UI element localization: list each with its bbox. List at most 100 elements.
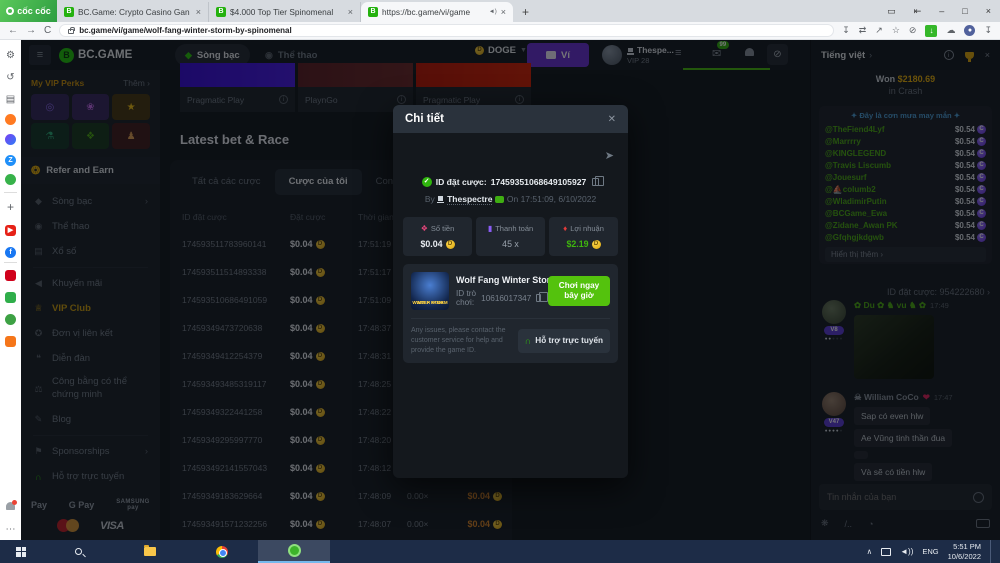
browser-tab-3-active[interactable]: Bhttps://bc.game/vi/game◄)×	[361, 2, 513, 22]
time: 5:51 PM	[948, 542, 981, 552]
bcgame-page: ≡ BBC.GAME My VIP Perks Thêm › ◎ ❀ ★ ⚗ ❖…	[21, 40, 1000, 540]
save-page-icon[interactable]: ↧	[842, 25, 850, 36]
croc-badge-icon	[495, 196, 504, 203]
bcgame-favicon: B	[216, 7, 226, 17]
messenger-icon[interactable]	[0, 134, 21, 148]
live-support-button[interactable]: ∩Hỗ trợ trực tuyến	[518, 329, 610, 353]
url-field[interactable]: bc.game/vi/game/wolf-fang-winter-storm-b…	[59, 24, 834, 37]
translate-icon[interactable]: ⇄	[859, 25, 867, 36]
medal-icon: ♦	[563, 224, 567, 233]
browser-profile-icon[interactable]: ●	[964, 25, 975, 36]
gift-icon[interactable]	[0, 292, 21, 306]
player-link[interactable]: Thespectre	[447, 194, 492, 205]
youtube-icon[interactable]: ▶	[0, 224, 21, 236]
browser-side-rail: ⚙ ↺ ▤ Z + ▶ f ⋯	[0, 40, 21, 540]
share-icon[interactable]: ↗	[875, 25, 883, 36]
reload-icon[interactable]: C	[44, 25, 51, 36]
window-minimize-button[interactable]: –	[930, 0, 953, 22]
cast-icon[interactable]: ▭	[878, 0, 905, 22]
show-desktop-button[interactable]	[990, 540, 994, 563]
money-bag-icon: ❖	[421, 224, 428, 233]
browser-address-bar: ← → C bc.game/vi/game/wolf-fang-winter-s…	[0, 22, 1000, 40]
coccoc-logo[interactable]: cốc cốc	[0, 0, 57, 22]
rail-more-icon[interactable]: ⋯	[0, 524, 21, 535]
close-tab-icon[interactable]: ×	[501, 7, 506, 17]
game-title: Wolf Fang Winter Storm	[456, 275, 541, 285]
coccoc-taskbar-icon[interactable]	[258, 540, 330, 563]
share-arrow-icon[interactable]: ➤	[605, 149, 614, 162]
browser-tab-1[interactable]: BBC.Game: Crypto Casino Gan×	[57, 2, 209, 22]
tab-restore-icon[interactable]: ⇤	[905, 0, 931, 22]
windows-taskbar: ∧ ◄)) ENG 5:51 PM 10/6/2022	[0, 540, 1000, 563]
shopee-icon[interactable]	[0, 270, 21, 284]
taskbar-search-icon[interactable]	[42, 540, 114, 563]
cart-icon[interactable]	[0, 336, 21, 350]
file-explorer-icon[interactable]	[114, 540, 186, 563]
copy-icon[interactable]	[536, 294, 541, 302]
close-tab-icon[interactable]: ×	[348, 7, 353, 17]
doge-coin-icon: D	[446, 240, 455, 249]
headset-icon: ∩	[525, 336, 532, 346]
newsfeed-icon[interactable]: ▤	[0, 94, 21, 105]
tab-audio-icon[interactable]: ◄)	[489, 9, 497, 15]
game-box: WOLF FANGWINTER STORM Wolf Fang Winter S…	[403, 264, 618, 363]
notifications-bell-icon[interactable]	[0, 502, 21, 513]
idm-download-icon[interactable]: ↓	[925, 25, 937, 37]
zalo-icon[interactable]: Z	[0, 154, 21, 166]
stat-amount-value: $0.04	[420, 239, 442, 249]
game-id-value: 10616017347	[481, 294, 531, 303]
play-now-button[interactable]: Chơi ngay bây giờ	[548, 276, 610, 306]
downloads-tray-icon[interactable]: ↧	[984, 25, 992, 36]
game-thumbnail[interactable]: WOLF FANGWINTER STORM	[411, 272, 449, 310]
stat-profit: ♦Lợi nhuận $2.19D	[549, 217, 618, 256]
sync-cloud-icon[interactable]: ☁	[946, 25, 955, 36]
card-icon: ▮	[488, 224, 492, 233]
window-close-button[interactable]: ×	[977, 0, 1000, 22]
forward-icon[interactable]: →	[26, 25, 36, 36]
adblock-shield-icon[interactable]: ⊘	[909, 25, 917, 36]
close-tab-icon[interactable]: ×	[196, 7, 201, 17]
language-indicator[interactable]: ENG	[922, 547, 938, 556]
rail-divider	[4, 262, 17, 263]
bet-details-modal: Chi tiết ✕ ➤ ✓ ID đặt cược: 174593510686…	[393, 105, 628, 478]
history-icon[interactable]: ↺	[0, 72, 21, 83]
promo-hat-icon[interactable]	[0, 314, 21, 328]
verified-shield-icon: ✓	[422, 177, 432, 187]
facebook-icon[interactable]: f	[0, 246, 21, 258]
bcgame-favicon: B	[368, 7, 378, 17]
start-button[interactable]	[0, 540, 42, 563]
browser-tab-2[interactable]: B$4.000 Top Tier Spinomenal×	[209, 2, 361, 22]
hidden-icons-chevron[interactable]: ∧	[867, 547, 873, 556]
volume-icon[interactable]: ◄))	[900, 547, 913, 556]
copy-icon[interactable]	[592, 178, 599, 186]
date: 10/6/2022	[948, 552, 981, 562]
window-maximize-button[interactable]: □	[953, 0, 976, 22]
bookmark-star-icon[interactable]: ☆	[892, 25, 900, 36]
close-icon[interactable]: ✕	[608, 114, 616, 125]
settings-gear-icon[interactable]: ⚙	[0, 50, 21, 61]
browser-tab-bar: cốc cốc BBC.Game: Crypto Casino Gan× B$4…	[0, 0, 1000, 22]
lock-icon[interactable]	[68, 29, 74, 34]
chrome-icon[interactable]	[186, 540, 258, 563]
bet-stats: ❖Số tiền $0.04D ▮Thanh toán 45 x ♦Lợi nh…	[403, 217, 618, 256]
support-note: Any issues, please contact the customer …	[411, 326, 512, 355]
page-url: bc.game/vi/game/wolf-fang-winter-storm-b…	[79, 26, 291, 35]
games-icon[interactable]	[0, 174, 21, 188]
clock[interactable]: 5:51 PM 10/6/2022	[948, 542, 981, 562]
back-icon[interactable]: ←	[8, 25, 18, 36]
new-tab-button[interactable]: +	[513, 2, 538, 22]
stat-profit-value: $2.19	[566, 239, 588, 249]
network-icon[interactable]	[881, 548, 891, 556]
bet-id-value: 17459351068649105927	[491, 177, 587, 187]
add-shortcut-icon[interactable]: +	[0, 200, 21, 214]
stat-payout: ▮Thanh toán 45 x	[476, 217, 545, 256]
doge-coin-icon: D	[592, 240, 601, 249]
hot-trending-icon[interactable]	[0, 114, 21, 128]
stat-amount: ❖Số tiền $0.04D	[403, 217, 472, 256]
modal-title: Chi tiết	[405, 113, 444, 125]
coccoc-ring-icon	[6, 7, 14, 15]
bcgame-favicon: B	[64, 7, 74, 17]
rail-divider	[4, 192, 17, 193]
stat-payout-value: 45 x	[502, 239, 519, 249]
bet-id-label: ID đặt cược:	[436, 177, 487, 187]
